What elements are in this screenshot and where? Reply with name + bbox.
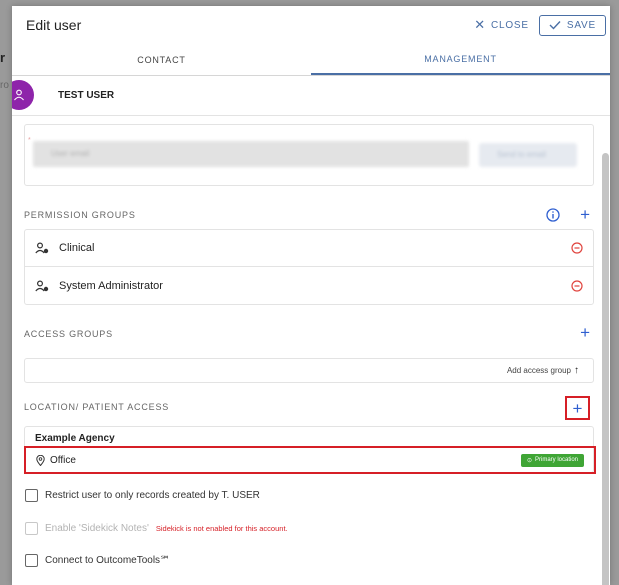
sidekick-notes-checkbox <box>25 522 38 535</box>
sidekick-notes-option: Enable 'Sidekick Notes' Sidekick is not … <box>25 522 288 535</box>
access-groups-actions: + <box>580 324 590 341</box>
close-label: CLOSE <box>490 19 529 31</box>
list-item: System Administrator <box>25 267 593 304</box>
restrict-records-label: Restrict user to only records created by… <box>45 490 260 501</box>
user-group-icon <box>35 242 49 254</box>
sidekick-notes-label: Enable 'Sidekick Notes' <box>45 523 149 534</box>
edit-user-dialog: Edit user ✕ CLOSE SAVE CONTACT MANAGEMEN… <box>12 6 610 585</box>
check-icon <box>549 21 561 30</box>
background-text: r <box>0 50 6 65</box>
add-access-group-plus-button[interactable]: + <box>580 324 590 341</box>
management-content: * User email Send to email PERMISSION GR… <box>12 116 610 585</box>
outcometools-checkbox[interactable] <box>25 554 38 567</box>
location-access-title: LOCATION/ PATIENT ACCESS <box>24 402 170 412</box>
list-item: Clinical <box>25 230 593 267</box>
restrict-records-checkbox[interactable] <box>25 489 38 502</box>
location-name: Office <box>50 454 76 466</box>
location-row[interactable]: Office ⊙ Primary location <box>24 446 596 474</box>
send-email-label: Send to email <box>497 150 546 159</box>
restrict-records-option[interactable]: Restrict user to only records created by… <box>25 489 260 502</box>
email-input[interactable]: User email <box>33 141 469 167</box>
location-pin-icon <box>36 454 45 466</box>
permission-groups-actions: + <box>546 206 590 223</box>
agency-box: Example Agency Office ⊙ Primary location <box>24 426 596 474</box>
background-page-fragment: r ro <box>0 0 12 585</box>
close-icon: ✕ <box>474 17 486 32</box>
add-location-button[interactable]: + <box>565 396 590 420</box>
outcometools-option[interactable]: Connect to OutcomeTools℠ <box>25 554 170 567</box>
close-button[interactable]: ✕ CLOSE <box>474 17 529 33</box>
user-icon <box>14 89 24 101</box>
dialog-title: Edit user <box>26 17 82 33</box>
add-access-group-label: Add access group <box>506 366 571 375</box>
tab-management[interactable]: MANAGEMENT <box>311 44 610 75</box>
scrollbar[interactable] <box>602 153 609 585</box>
location-pin-icon: ⊙ <box>526 457 532 464</box>
access-groups-title: ACCESS GROUPS <box>24 329 113 339</box>
agency-name: Example Agency <box>35 433 115 444</box>
required-marker: * <box>28 137 31 144</box>
permission-group-label: Clinical <box>59 242 95 254</box>
dialog-actions: ✕ CLOSE SAVE <box>474 14 610 36</box>
primary-location-badge: ⊙ Primary location <box>520 453 584 467</box>
permission-groups-list: Clinical System Administrator <box>24 229 594 305</box>
access-groups-box[interactable]: Add access group ↑ <box>24 358 594 383</box>
info-icon[interactable] <box>546 207 560 222</box>
background-text: ro <box>0 80 9 91</box>
avatar <box>12 80 34 110</box>
plus-icon: + <box>572 398 583 418</box>
user-group-icon <box>35 279 49 291</box>
outcometools-label: Connect to OutcomeTools℠ <box>45 555 171 566</box>
dialog-header: Edit user ✕ CLOSE SAVE <box>12 6 610 44</box>
save-label: SAVE <box>566 19 596 31</box>
tab-contact[interactable]: CONTACT <box>12 44 311 75</box>
remove-icon[interactable] <box>571 279 583 292</box>
arrow-up-icon: ↑ <box>574 365 579 376</box>
permission-group-label: System Administrator <box>59 279 163 292</box>
send-email-button[interactable]: Send to email <box>479 143 577 167</box>
permission-groups-title: PERMISSION GROUPS <box>24 210 136 220</box>
add-permission-group-button[interactable]: + <box>580 206 590 223</box>
save-button[interactable]: SAVE <box>538 14 606 36</box>
remove-icon[interactable] <box>571 242 583 254</box>
badge-label: Primary location <box>534 457 578 463</box>
email-card: * User email Send to email <box>24 124 594 186</box>
sidekick-warning: Sidekick is not enabled for this account… <box>155 524 288 533</box>
user-header: TEST USER <box>12 76 610 116</box>
email-placeholder: User email <box>51 149 90 158</box>
tab-bar: CONTACT MANAGEMENT <box>12 44 610 76</box>
user-name: TEST USER <box>58 90 115 101</box>
